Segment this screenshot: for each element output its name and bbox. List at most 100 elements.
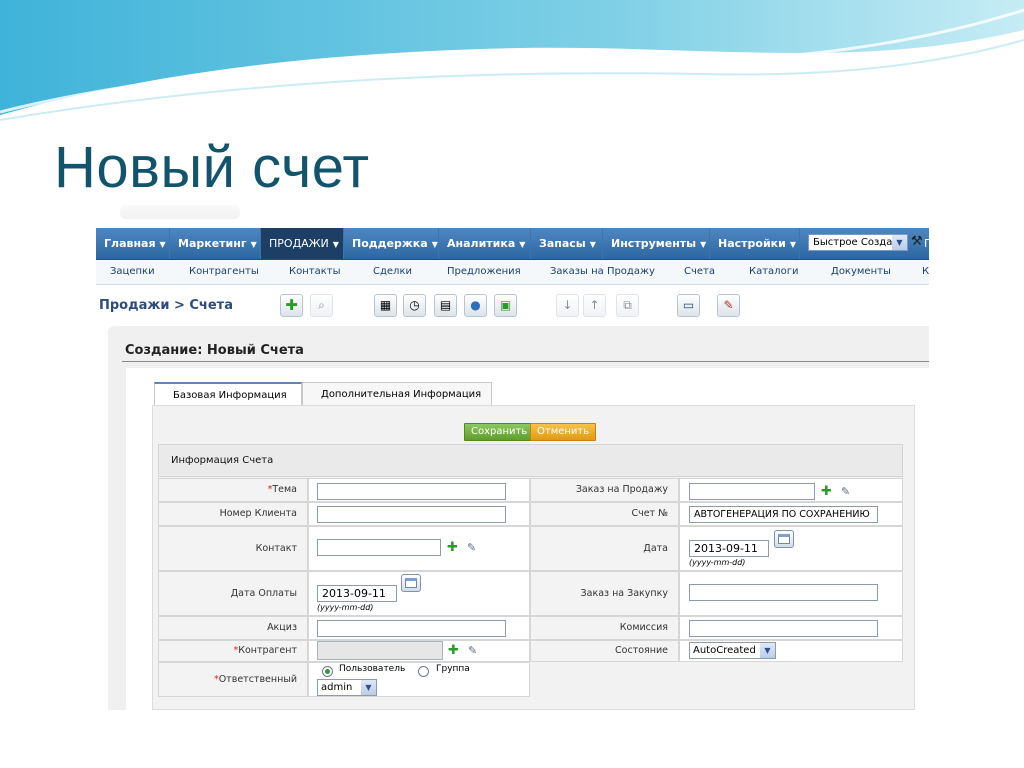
chevron-down-icon: ▼ <box>159 240 166 249</box>
invoice-no-input[interactable]: АВТОГЕНЕРАЦИЯ ПО СОХРАНЕНИЮ <box>689 506 878 523</box>
excise-label: Акциз <box>158 616 308 640</box>
contact-input[interactable] <box>317 539 441 556</box>
subnav-item-sales-orders[interactable]: Заказы на Продажу <box>550 260 655 284</box>
monitor-icon[interactable]: ▭ <box>677 294 700 317</box>
account-input[interactable] <box>317 641 443 660</box>
add-icon[interactable]: ✚ <box>447 541 458 554</box>
clear-icon[interactable]: ✎ <box>468 644 477 657</box>
status-select[interactable]: AutoCreated ▼ <box>689 642 776 659</box>
assigned-group-radio[interactable] <box>418 666 429 677</box>
chevron-down-icon: ▼ <box>589 240 596 249</box>
export-icon[interactable]: ↑ <box>583 294 606 317</box>
due-date-label: Дата Оплаты <box>158 571 308 616</box>
sales-order-label: Заказ на Продажу <box>530 478 679 502</box>
calendar-icon[interactable] <box>774 530 794 548</box>
status-value: AutoCreated <box>693 645 756 656</box>
chat-icon[interactable]: ● <box>464 294 487 317</box>
tab-additional-info[interactable]: Дополнительная Информация <box>302 382 492 406</box>
sub-nav: Зацепки Контрагенты Контакты Сделки Пред… <box>96 260 929 285</box>
date-format-hint: (yyyy-mm-dd) <box>317 603 374 612</box>
customer-no-input[interactable] <box>317 506 506 523</box>
save-button[interactable]: Сохранить <box>464 423 535 441</box>
import-icon[interactable]: ↓ <box>556 294 579 317</box>
assigned-user-value: admin <box>321 682 353 693</box>
subnav-item-invoices[interactable]: Счета <box>684 260 715 284</box>
chevron-down-icon: ▼ <box>250 240 257 249</box>
nav-item-support[interactable]: Поддержка ▼ <box>344 228 439 259</box>
subnav-item-quotes[interactable]: Предложения <box>447 260 521 284</box>
main-nav: Главная ▼ Маркетинг ▼ ПРОДАЖИ ▼ Поддержка ▼ … <box>96 228 929 260</box>
subnav-item-leads[interactable]: Зацепки <box>110 260 155 284</box>
nav-label: Аналитика <box>447 237 516 250</box>
app-screenshot: Главная ▼ Маркетинг ▼ ПРОДАЖИ ▼ Поддержка ▼ … <box>96 228 929 710</box>
search-icon[interactable]: ⌕ <box>310 294 333 317</box>
excise-input[interactable] <box>317 620 506 637</box>
sales-order-input[interactable] <box>689 483 815 500</box>
subnav-item-contacts[interactable]: Контакты <box>289 260 340 284</box>
subject-input[interactable] <box>317 483 506 500</box>
clear-icon[interactable]: ✎ <box>467 541 476 554</box>
chevron-down-icon: ▼ <box>892 235 907 250</box>
chevron-down-icon: ▼ <box>519 240 526 249</box>
clear-icon[interactable]: ✎ <box>841 485 850 498</box>
divider <box>122 361 929 362</box>
subject-label: *Тема <box>158 478 308 502</box>
chevron-down-icon: ▼ <box>361 680 376 695</box>
purchase-order-input[interactable] <box>689 584 878 601</box>
tools-icon[interactable]: ⚒ <box>911 234 923 249</box>
section-header: Информация Счета <box>158 444 903 477</box>
nav-label: Поддержка <box>352 237 428 250</box>
assigned-user-label: Пользователь <box>339 664 406 674</box>
clipboard-icon[interactable]: ▣ <box>494 294 517 317</box>
nav-item-analytics[interactable]: Аналитика ▼ <box>439 228 531 259</box>
contact-label: Контакт <box>158 526 308 571</box>
clock-icon[interactable]: ◷ <box>403 294 426 317</box>
nav-label: Настройки <box>718 237 786 250</box>
nav-label: ПРОДАЖИ <box>269 237 329 250</box>
cancel-button[interactable]: Отменить <box>530 423 597 441</box>
find-duplicates-icon[interactable]: ⧉ <box>616 294 639 317</box>
nav-item-inventory[interactable]: Запасы ▼ <box>531 228 603 259</box>
commission-input[interactable] <box>689 620 878 637</box>
subnav-item-catalogs[interactable]: Каталоги <box>749 260 798 284</box>
nav-item-settings[interactable]: Настройки ▼ <box>710 228 800 259</box>
purchase-order-label: Заказ на Закупку <box>530 571 679 616</box>
date-input[interactable]: 2013-09-11 <box>689 540 769 557</box>
add-icon[interactable]: ✚ <box>821 485 832 498</box>
label-text: Тема <box>272 484 297 495</box>
due-date-input[interactable]: 2013-09-11 <box>317 585 397 602</box>
account-label: *Контрагент <box>158 640 308 662</box>
subnav-item-deals[interactable]: Сделки <box>373 260 412 284</box>
nav-item-marketing[interactable]: Маркетинг ▼ <box>170 228 261 259</box>
nav-label: Главная <box>104 237 156 250</box>
calculator-icon[interactable]: ▤ <box>434 294 457 317</box>
add-icon[interactable]: ✚ <box>448 644 459 657</box>
nav-item-sales[interactable]: ПРОДАЖИ ▼ <box>261 228 344 259</box>
subnav-item-documents[interactable]: Документы <box>831 260 891 284</box>
nav-item-tools[interactable]: Инструменты ▼ <box>603 228 710 259</box>
subnav-item-accounts[interactable]: Контрагенты <box>189 260 259 284</box>
calendar-icon[interactable] <box>401 574 421 592</box>
tab-basic-info[interactable]: Базовая Информация <box>154 382 302 407</box>
nav-label: Запасы <box>539 237 586 250</box>
chevron-down-icon: ▼ <box>700 240 707 249</box>
label-text: Контрагент <box>238 645 297 656</box>
assigned-user-radio[interactable] <box>322 666 333 677</box>
add-icon[interactable]: ✚ <box>280 294 303 317</box>
assigned-group-label: Группа <box>436 664 470 674</box>
quick-create-label: Быстрое Созда <box>813 237 893 248</box>
breadcrumb[interactable]: Продажи > Счета <box>99 298 233 313</box>
assigned-user-select[interactable]: admin ▼ <box>317 679 377 696</box>
commission-label: Комиссия <box>530 616 679 640</box>
quick-create-select[interactable]: Быстрое Созда ▼ <box>808 234 908 251</box>
header-wave-decoration <box>0 0 1024 121</box>
nav-item-home[interactable]: Главная ▼ <box>96 228 170 259</box>
status-label: Состояние <box>530 640 679 662</box>
settings-icon[interactable]: ✎ <box>717 294 740 317</box>
chevron-down-icon: ▼ <box>789 240 796 249</box>
nav-label: Маркетинг <box>178 237 247 250</box>
invoice-no-label: Счет № <box>530 502 679 526</box>
form-title: Создание: Новый Счета <box>125 343 304 358</box>
subnav-item-cut[interactable]: К <box>922 260 929 284</box>
calendar-icon[interactable]: ▦ <box>374 294 397 317</box>
